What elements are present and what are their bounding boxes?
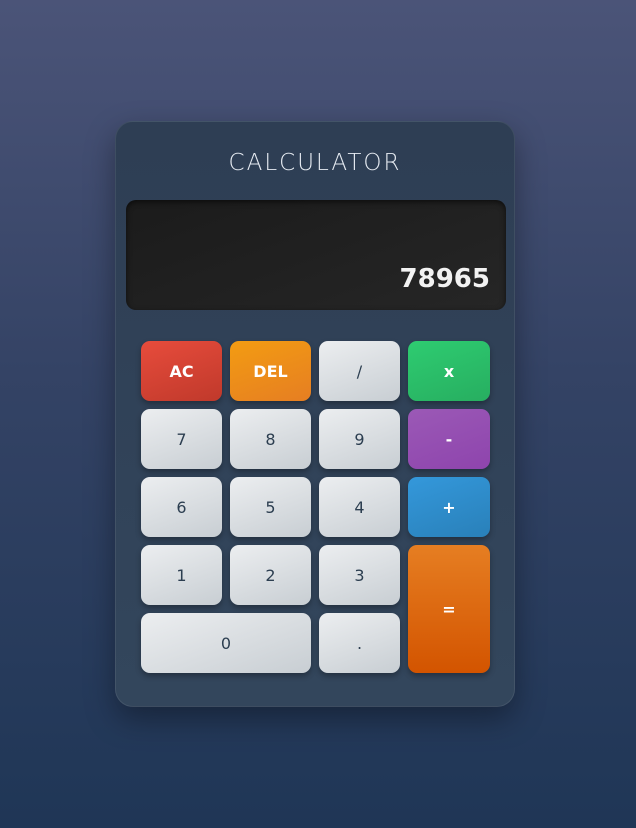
display-screen: 78965	[126, 200, 506, 310]
digit-0-button[interactable]: 0	[141, 613, 311, 673]
decimal-button[interactable]: .	[319, 613, 400, 673]
clear-all-button[interactable]: AC	[141, 341, 222, 401]
digit-4-button[interactable]: 4	[319, 477, 400, 537]
keypad: AC DEL / x 7 8 9 - 6 5 4 + 1 2 3 = 0 .	[141, 341, 491, 673]
delete-button[interactable]: DEL	[230, 341, 311, 401]
digit-7-button[interactable]: 7	[141, 409, 222, 469]
display-value: 78965	[399, 264, 490, 294]
equals-button[interactable]: =	[408, 545, 490, 673]
digit-5-button[interactable]: 5	[230, 477, 311, 537]
digit-3-button[interactable]: 3	[319, 545, 400, 605]
digit-6-button[interactable]: 6	[141, 477, 222, 537]
subtract-button[interactable]: -	[408, 409, 490, 469]
digit-1-button[interactable]: 1	[141, 545, 222, 605]
calculator-panel: CALCULATOR 78965 AC DEL / x 7 8 9 - 6 5 …	[115, 121, 515, 707]
calculator-title: CALCULATOR	[228, 150, 402, 176]
add-button[interactable]: +	[408, 477, 490, 537]
digit-2-button[interactable]: 2	[230, 545, 311, 605]
digit-8-button[interactable]: 8	[230, 409, 311, 469]
divide-button[interactable]: /	[319, 341, 400, 401]
multiply-button[interactable]: x	[408, 341, 490, 401]
digit-9-button[interactable]: 9	[319, 409, 400, 469]
